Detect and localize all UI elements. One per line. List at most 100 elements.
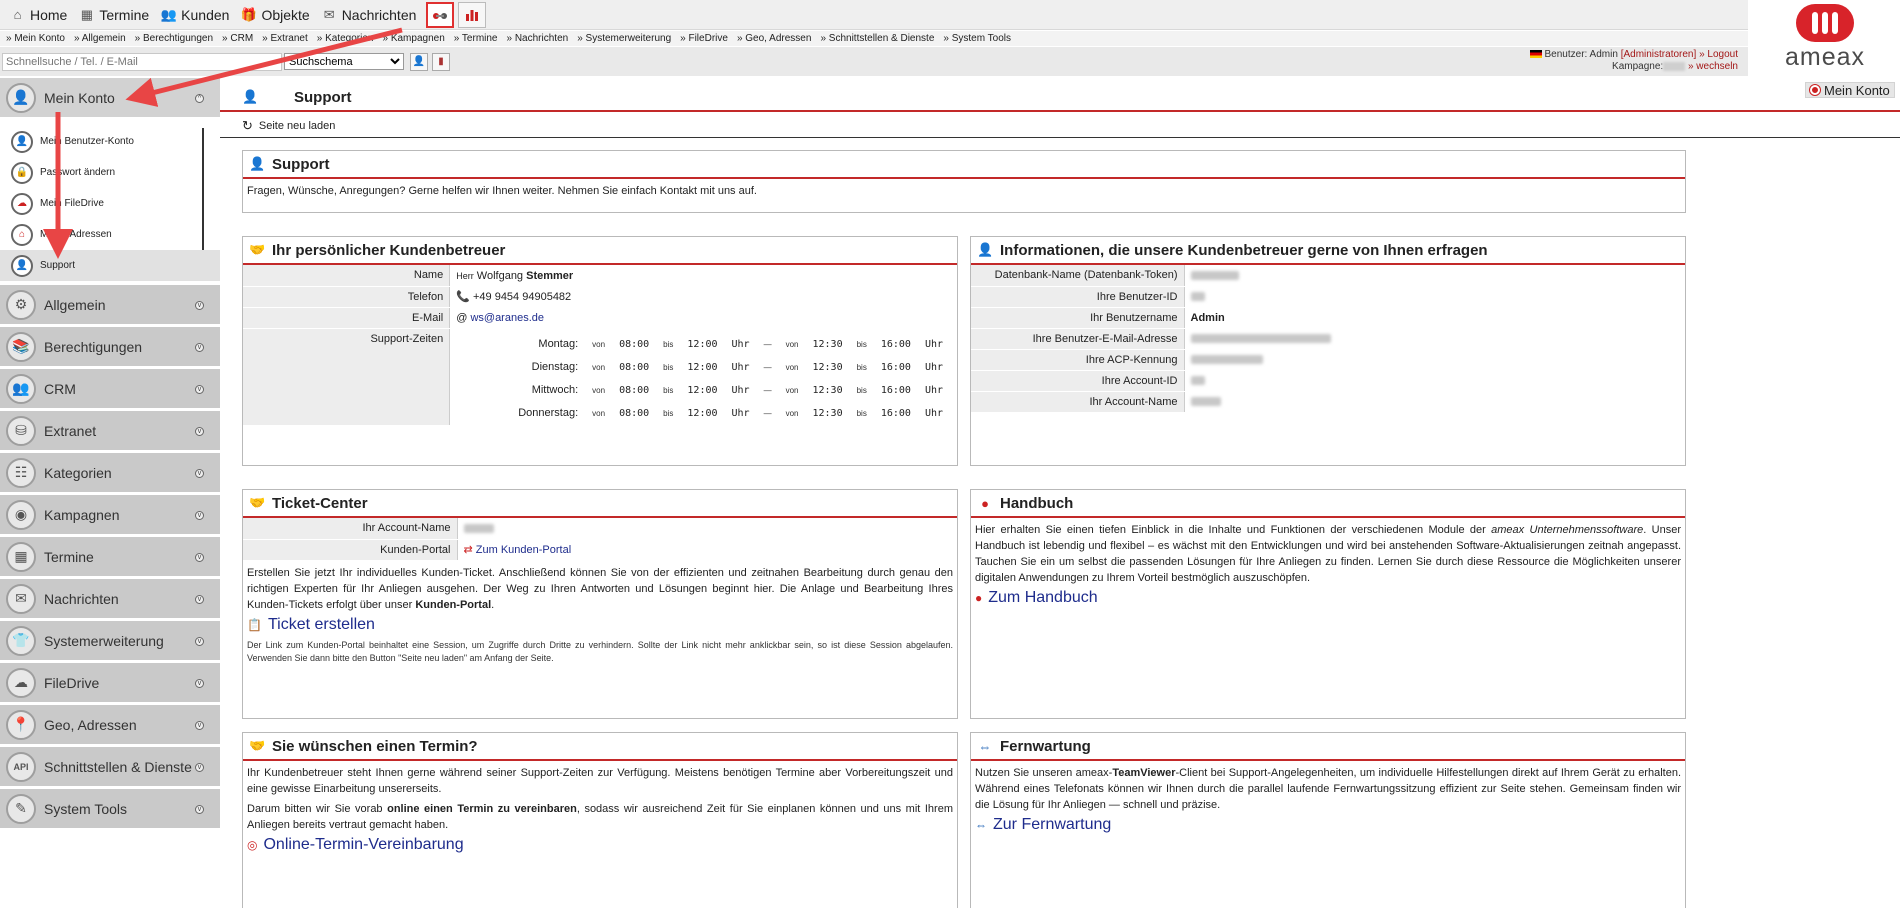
- sidebar-section-extranet[interactable]: ⛁ Extranet v: [0, 411, 220, 453]
- expand-toggle-icon[interactable]: v: [195, 595, 204, 604]
- redacted-value: [1190, 334, 1331, 344]
- sidebar-item-adressen[interactable]: ⌂ Meine Adressen: [0, 219, 220, 250]
- schedule-cell: 08:00: [619, 407, 650, 419]
- bookmark-button[interactable]: ▮: [432, 52, 450, 71]
- subnav-link[interactable]: » FileDrive: [680, 33, 728, 44]
- subnav-link[interactable]: » Schnittstellen & Dienste: [820, 33, 934, 44]
- subnav-link[interactable]: » Allgemein: [74, 33, 126, 44]
- sidebar-item-support[interactable]: 👤 Support: [0, 250, 220, 281]
- user-info: Benutzer: Admin [Administratoren] » Logo…: [1529, 49, 1738, 73]
- panel-header: 👤 Support: [243, 151, 1685, 179]
- sidebar-section-filedrive[interactable]: ☁ FileDrive v: [0, 663, 220, 705]
- subnav-link[interactable]: » Berechtigungen: [135, 33, 213, 44]
- topnav-termine[interactable]: ▦ Termine: [73, 0, 155, 30]
- subnav-link[interactable]: » CRM: [222, 33, 253, 44]
- redacted-value: [1190, 355, 1263, 365]
- topnav-home[interactable]: ⌂ Home: [4, 0, 73, 30]
- expand-toggle-icon[interactable]: v: [195, 301, 204, 310]
- expand-toggle-icon[interactable]: v: [195, 511, 204, 520]
- sidebar-section-mein-konto[interactable]: 👤 Mein Konto ^: [0, 78, 220, 120]
- expand-toggle-icon[interactable]: v: [195, 805, 204, 814]
- schedule-cell: 16:00: [880, 361, 911, 373]
- schedule-cell: Uhr: [731, 407, 750, 419]
- session-note: Der Link zum Kunden-Portal beinhaltet ei…: [247, 639, 953, 663]
- sidebar-section-nachrichten[interactable]: ✉ Nachrichten v: [0, 579, 220, 621]
- schedule-cell: bis: [856, 339, 867, 349]
- schedule-cell: 12:00: [687, 384, 718, 396]
- expand-toggle-icon[interactable]: v: [195, 721, 204, 730]
- advisor-email-link[interactable]: ws@aranes.de: [470, 312, 544, 324]
- subnav-link[interactable]: » System Tools: [943, 33, 1011, 44]
- schedule-cell: Mittwoch:: [531, 383, 579, 396]
- support-shortcut-button[interactable]: [426, 1, 455, 28]
- sidebar-section-systemerweiterung[interactable]: 👕 Systemerweiterung v: [0, 621, 220, 663]
- remote-support-link[interactable]: ⇔ Zur Fernwartung: [975, 817, 1681, 833]
- reload-page-button[interactable]: ↻ Seite neu laden: [220, 114, 1900, 138]
- expand-toggle-icon[interactable]: v: [195, 679, 204, 688]
- topnav-nachrichten[interactable]: ✉ Nachrichten: [316, 0, 423, 30]
- support-handshake-icon: [433, 12, 448, 19]
- subnav-link[interactable]: » Kampagnen: [382, 33, 444, 44]
- subnav-link[interactable]: » Mein Konto: [6, 33, 65, 44]
- expand-toggle-icon[interactable]: v: [195, 637, 204, 646]
- envelope-icon: ✉: [6, 583, 36, 614]
- subnav-link[interactable]: » Nachrichten: [507, 33, 569, 44]
- schedule-cell: 16:00: [880, 338, 911, 350]
- create-ticket-link[interactable]: 📋 Ticket erstellen: [247, 616, 953, 633]
- page-header: 👤 Support: [220, 84, 1900, 112]
- at-icon: @: [456, 311, 468, 324]
- sidebar-section-berechtigungen[interactable]: 📚 Berechtigungen v: [0, 327, 220, 369]
- expand-toggle-icon[interactable]: v: [195, 385, 204, 394]
- collapse-toggle-icon[interactable]: ^: [195, 94, 204, 103]
- sidebar-item-benutzer-konto[interactable]: 👤 Mein Benutzer-Konto: [0, 126, 220, 157]
- sidebar-item-filedrive[interactable]: ☁ Mein FileDrive: [0, 188, 220, 219]
- ameax-logo[interactable]: ameax: [1748, 0, 1902, 76]
- expand-toggle-icon[interactable]: v: [195, 553, 204, 562]
- subnav-link[interactable]: » Termine: [454, 33, 498, 44]
- breadcrumb-subnav: » Mein Konto » Allgemein » Berechtigunge…: [0, 31, 1748, 46]
- extranet-icon: ⛁: [6, 415, 36, 446]
- topnav-objekte[interactable]: 🎁 Objekte: [235, 0, 315, 30]
- schedule-cell: 08:00: [619, 361, 650, 373]
- sidebar-item-passwort[interactable]: 🔒 Passwort ändern: [0, 157, 220, 188]
- search-scheme-select[interactable]: Suchschema: [284, 53, 404, 70]
- advisor-phone[interactable]: +49 9454 94905482: [473, 291, 571, 303]
- switch-campaign-link[interactable]: » wechseln: [1688, 61, 1738, 72]
- sidebar-section-allgemein[interactable]: ⚙ Allgemein v: [0, 285, 220, 327]
- table-row: Name Herr Wolfgang Stemmer: [243, 265, 957, 287]
- customer-search-button[interactable]: 👤: [410, 52, 428, 71]
- subnav-link[interactable]: » Kategorien: [317, 33, 374, 44]
- logout-link[interactable]: » Logout: [1699, 49, 1738, 60]
- schedule-cell: bis: [663, 385, 674, 395]
- redacted-value: [1190, 376, 1205, 386]
- customer-info-table: Datenbank-Name (Datenbank-Token) Ihre Be…: [971, 265, 1337, 413]
- statistics-button[interactable]: [458, 1, 487, 28]
- sidebar-section-schnittstellen[interactable]: API Schnittstellen & Dienste v: [0, 747, 220, 789]
- reload-icon: ↻: [242, 117, 253, 133]
- table-row: Ihre Benutzer-ID: [971, 286, 1337, 308]
- subnav-link[interactable]: » Extranet: [262, 33, 308, 44]
- customers-icon: 👤: [412, 56, 426, 67]
- table-row: Ihre Account-ID: [971, 370, 1337, 392]
- topnav-kunden[interactable]: 👥 Kunden: [155, 0, 235, 30]
- manual-link[interactable]: ● Zum Handbuch: [975, 590, 1681, 606]
- expand-toggle-icon[interactable]: v: [195, 763, 204, 772]
- bookmark-icon: ▮: [438, 56, 444, 67]
- customer-portal-link[interactable]: Zum Kunden-Portal: [476, 544, 571, 556]
- expand-toggle-icon[interactable]: v: [195, 469, 204, 478]
- quick-search-input[interactable]: [2, 52, 282, 71]
- subnav-link[interactable]: » Geo, Adressen: [737, 33, 812, 44]
- ticket-icon: 📋: [247, 617, 262, 632]
- schedule-cell: 12:00: [687, 338, 718, 350]
- sidebar-section-kampagnen[interactable]: ◉ Kampagnen v: [0, 495, 220, 537]
- expand-toggle-icon[interactable]: v: [195, 427, 204, 436]
- sidebar-section-kategorien[interactable]: ☷ Kategorien v: [0, 453, 220, 495]
- sidebar-section-crm[interactable]: 👥 CRM v: [0, 369, 220, 411]
- expand-toggle-icon[interactable]: v: [195, 343, 204, 352]
- sidebar-section-termine[interactable]: ▦ Termine v: [0, 537, 220, 579]
- online-appointment-link[interactable]: ◎ Online-Termin-Vereinbarung: [247, 837, 953, 853]
- sidebar-section-system-tools[interactable]: ✎ System Tools v: [0, 789, 220, 831]
- sidebar-section-geo-adressen[interactable]: 📍 Geo, Adressen v: [0, 705, 220, 747]
- subnav-link[interactable]: » Systemerweiterung: [577, 33, 671, 44]
- teamviewer-icon: ⇔: [975, 818, 987, 832]
